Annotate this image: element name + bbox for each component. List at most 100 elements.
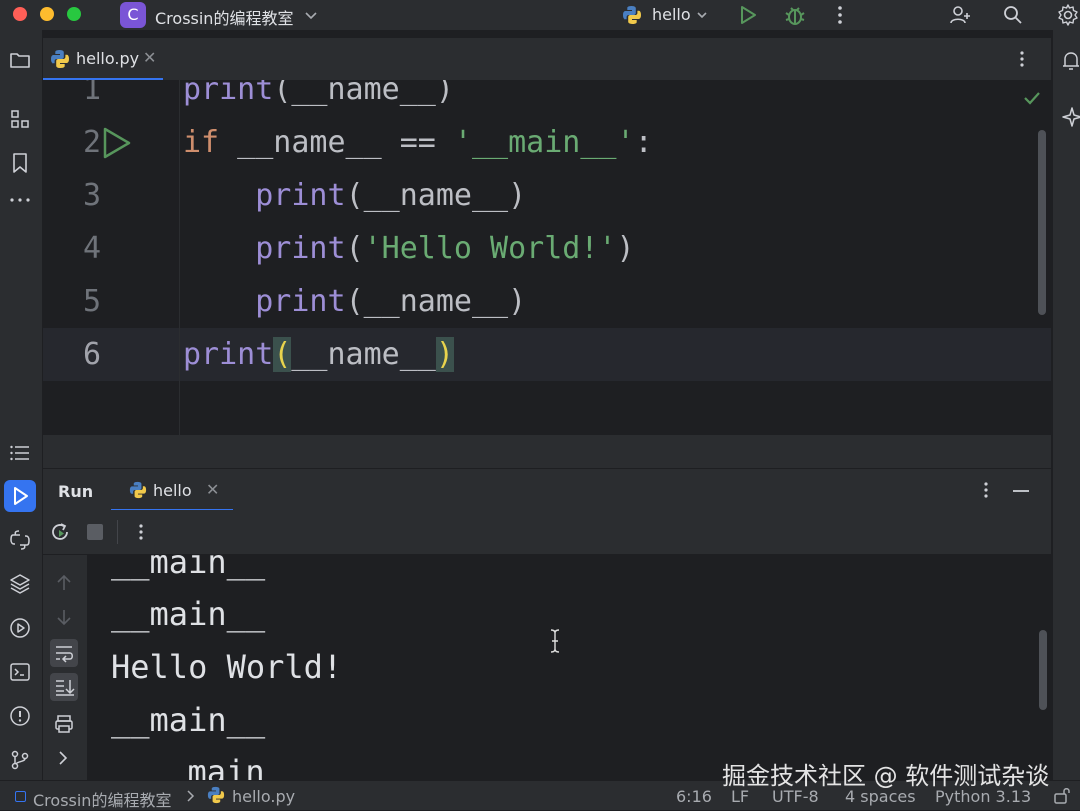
line-number[interactable]: 4 bbox=[61, 231, 101, 266]
rerun-icon[interactable] bbox=[49, 521, 71, 543]
title-bar: C Crossin的编程教室 hello bbox=[0, 0, 1080, 31]
code-token: ) bbox=[435, 337, 454, 372]
code-token: print bbox=[255, 284, 346, 319]
print-icon[interactable] bbox=[53, 713, 75, 735]
code-token: (__name__) bbox=[345, 284, 527, 319]
python-packages-icon[interactable] bbox=[8, 572, 32, 596]
run-panel-title: Run bbox=[58, 482, 94, 501]
cursor-position[interactable]: 6:16 bbox=[676, 787, 712, 806]
python-console-icon[interactable] bbox=[8, 528, 32, 552]
close-tab-icon[interactable]: ✕ bbox=[206, 480, 219, 499]
todo-list-icon[interactable] bbox=[9, 443, 31, 463]
console-output[interactable]: __main__ __main__ Hello World! __main__ … bbox=[87, 555, 1051, 780]
code-token: '__main__' bbox=[453, 125, 635, 160]
close-tab-icon[interactable]: ✕ bbox=[143, 48, 156, 67]
debug-icon[interactable] bbox=[783, 3, 807, 27]
code-token: ( bbox=[273, 337, 292, 372]
more-vertical-icon[interactable] bbox=[980, 480, 992, 500]
code-line[interactable]: print(__name__) bbox=[183, 337, 454, 372]
left-tool-strip bbox=[0, 30, 43, 780]
more-vertical-icon[interactable] bbox=[832, 4, 848, 26]
problems-icon[interactable] bbox=[8, 704, 32, 728]
services-icon[interactable] bbox=[8, 616, 32, 640]
bookmarks-icon[interactable] bbox=[10, 152, 30, 174]
run-side-toolbar bbox=[43, 555, 87, 780]
checkmark-icon bbox=[1022, 88, 1042, 108]
console-scrollbar[interactable] bbox=[1039, 630, 1047, 710]
text-cursor-icon bbox=[549, 628, 561, 654]
code-line[interactable]: print(__name__) bbox=[183, 284, 526, 319]
project-name[interactable]: Crossin的编程教室 bbox=[155, 5, 293, 29]
chevron-right-icon bbox=[185, 789, 195, 803]
python-icon bbox=[129, 481, 147, 499]
minimize-panel-icon[interactable] bbox=[1011, 489, 1031, 493]
run-gutter-icon[interactable] bbox=[101, 126, 133, 160]
terminal-icon[interactable] bbox=[8, 660, 32, 684]
line-number[interactable]: 5 bbox=[61, 284, 101, 319]
add-user-icon[interactable] bbox=[948, 3, 972, 27]
run-tool-window-icon[interactable] bbox=[4, 480, 36, 512]
project-badge[interactable]: C bbox=[120, 2, 146, 28]
chevron-down-icon[interactable] bbox=[696, 9, 708, 21]
module-icon bbox=[15, 791, 26, 802]
breadcrumb-file[interactable]: hello.py bbox=[232, 787, 295, 806]
code-token: if bbox=[183, 125, 220, 160]
right-tool-strip bbox=[1052, 30, 1080, 780]
code-token: __name__ == bbox=[219, 125, 454, 160]
code-token: print bbox=[183, 337, 274, 372]
code-line[interactable]: print(__name__) bbox=[183, 80, 454, 107]
breadcrumb-project[interactable]: Crossin的编程教室 bbox=[33, 787, 171, 811]
python-icon bbox=[622, 5, 642, 25]
run-config-selector[interactable]: hello bbox=[652, 5, 691, 24]
unlock-icon[interactable] bbox=[1052, 785, 1072, 805]
close-window-button[interactable] bbox=[13, 7, 27, 21]
more-vertical-icon[interactable] bbox=[135, 522, 147, 542]
structure-icon[interactable] bbox=[9, 108, 31, 130]
code-token: (__name__) bbox=[345, 178, 527, 213]
line-number[interactable]: 3 bbox=[61, 178, 101, 213]
code-token: print bbox=[183, 80, 274, 107]
tab-hello-py[interactable]: hello.py ✕ bbox=[43, 38, 163, 80]
ai-assistant-sparkle-icon[interactable] bbox=[1061, 106, 1080, 128]
code-token: __name__ bbox=[291, 337, 436, 372]
run-tab-label: hello bbox=[153, 481, 192, 500]
line-number[interactable]: 6 bbox=[61, 337, 101, 372]
code-editor[interactable]: 1 2 3 4 5 6 print(__name__) if __name__ =… bbox=[43, 80, 1051, 468]
settings-gear-icon[interactable] bbox=[1056, 3, 1080, 27]
toolbar-divider bbox=[117, 520, 118, 544]
code-token: : bbox=[634, 125, 653, 160]
code-token: ) bbox=[616, 231, 635, 266]
chevron-down-icon[interactable] bbox=[304, 8, 318, 22]
more-vertical-icon[interactable] bbox=[1016, 49, 1028, 69]
tab-run-hello[interactable]: hello ✕ bbox=[111, 469, 233, 511]
run-icon[interactable] bbox=[737, 4, 759, 26]
zoom-window-button[interactable] bbox=[67, 7, 81, 21]
project-folder-icon[interactable] bbox=[9, 50, 31, 70]
code-line[interactable]: print(__name__) bbox=[183, 178, 526, 213]
code-line[interactable]: if __name__ == '__main__': bbox=[183, 125, 653, 160]
minimize-window-button[interactable] bbox=[40, 7, 54, 21]
soft-wrap-icon[interactable] bbox=[50, 639, 78, 667]
stop-icon[interactable] bbox=[87, 524, 103, 540]
run-toolbar bbox=[43, 510, 1051, 555]
gutter-separator bbox=[179, 80, 180, 435]
chevron-right-icon[interactable] bbox=[56, 750, 70, 766]
code-token: print bbox=[255, 178, 346, 213]
editor-scrollbar[interactable] bbox=[1038, 130, 1046, 315]
code-token: print bbox=[255, 231, 346, 266]
line-number[interactable]: 2 bbox=[61, 125, 101, 160]
arrow-up-icon[interactable] bbox=[55, 573, 73, 593]
notifications-bell-icon[interactable] bbox=[1061, 50, 1080, 72]
git-icon[interactable] bbox=[8, 748, 32, 772]
line-number[interactable]: 1 bbox=[61, 80, 101, 107]
scroll-to-end-icon[interactable] bbox=[50, 673, 78, 701]
console-line: __main__ bbox=[149, 753, 304, 780]
code-line[interactable]: print('Hello World!') bbox=[183, 231, 635, 266]
arrow-down-icon[interactable] bbox=[55, 607, 73, 627]
search-icon[interactable] bbox=[1002, 4, 1024, 26]
more-horizontal-icon[interactable] bbox=[9, 195, 31, 205]
watermark: 掘金技术社区 @ 软件测试杂谈 bbox=[722, 762, 1050, 790]
